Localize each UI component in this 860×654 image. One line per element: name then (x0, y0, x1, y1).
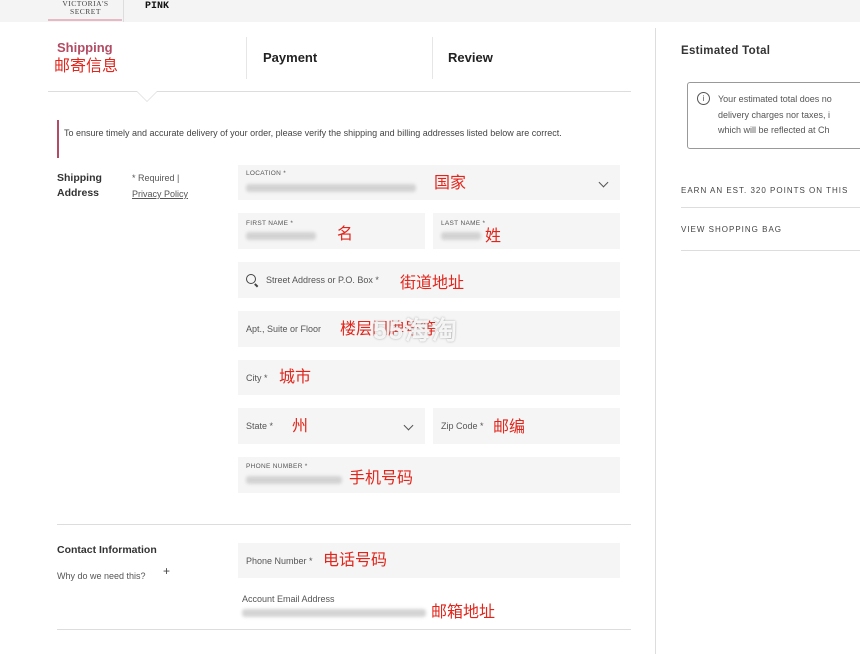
state-annotation: 州 (292, 418, 309, 435)
city-annotation: 城市 (279, 369, 312, 386)
account-email-annotation: 邮箱地址 (431, 604, 496, 621)
phone-number-annotation: 手机号码 (349, 470, 414, 487)
first-name-caption: FIRST NAME * (246, 220, 294, 227)
location-annotation: 国家 (434, 175, 467, 192)
zip-code-annotation: 邮编 (493, 419, 526, 436)
estimated-total-heading: Estimated Total (681, 45, 771, 57)
summary-divider (681, 250, 860, 251)
plus-icon[interactable]: + (163, 564, 170, 578)
address-notice: To ensure timely and accurate delivery o… (64, 128, 562, 138)
watermark: 55海淘 (373, 317, 459, 345)
summary-divider (681, 207, 860, 208)
why-need-this-link[interactable]: Why do we need this? (57, 571, 146, 581)
active-brand-indicator (48, 19, 122, 21)
notice-accent-bar (57, 120, 59, 158)
top-bar (0, 0, 860, 22)
search-icon (246, 274, 256, 284)
first-name-field[interactable] (238, 213, 425, 249)
location-value-redacted (246, 184, 416, 192)
tab-divider (246, 37, 247, 79)
location-caption: LOCATION * (246, 170, 287, 177)
points-link[interactable]: EARN AN EST. 320 POINTS ON THIS (681, 186, 848, 195)
location-select[interactable] (238, 165, 620, 200)
contact-phone-annotation: 电话号码 (323, 552, 388, 569)
tab-payment[interactable]: Payment (263, 50, 317, 65)
account-email-value-redacted (242, 609, 426, 617)
shipping-address-heading: Shipping Address (57, 172, 102, 199)
last-name-caption: LAST NAME * (441, 220, 486, 227)
tab-divider (432, 37, 433, 79)
last-name-value-redacted (441, 232, 481, 240)
zip-code-placeholder: Zip Code * (441, 421, 484, 431)
first-name-annotation: 名 (337, 226, 354, 243)
account-email-caption: Account Email Address (242, 594, 335, 604)
state-placeholder: State * (246, 421, 274, 431)
phone-number-caption: PHONE NUMBER * (246, 463, 308, 470)
section-divider (57, 629, 631, 630)
street-address-placeholder: Street Address or P.O. Box * (266, 275, 379, 285)
street-address-annotation: 街道地址 (400, 275, 465, 292)
required-note: * Required | (132, 173, 180, 183)
last-name-field[interactable] (433, 213, 620, 249)
info-icon: i (697, 92, 710, 105)
last-name-annotation: 姓 (485, 228, 502, 245)
phone-number-value-redacted (246, 476, 342, 484)
contact-phone-placeholder: Phone Number * (246, 556, 313, 566)
pink-logo[interactable]: PINK (145, 1, 169, 12)
estimate-info-text: Your estimated total does no delivery ch… (718, 94, 832, 135)
tab-shipping[interactable]: Shipping (57, 40, 113, 55)
victorias-secret-logo[interactable]: VICTORIA'S SECRET (49, 0, 122, 20)
section-divider (57, 524, 631, 525)
contact-information-heading: Contact Information (57, 544, 157, 556)
city-placeholder: City * (246, 373, 268, 383)
column-divider (655, 28, 656, 654)
apt-suite-placeholder: Apt., Suite or Floor (246, 324, 322, 334)
tab-review[interactable]: Review (448, 50, 493, 65)
view-shopping-bag-link[interactable]: VIEW SHOPPING BAG (681, 225, 782, 234)
privacy-policy-link[interactable]: Privacy Policy (132, 189, 188, 199)
brand-divider (123, 0, 124, 22)
first-name-value-redacted (246, 232, 316, 240)
active-tab-caret-inner (137, 91, 157, 101)
tab-shipping-annotation: 邮寄信息 (54, 58, 119, 75)
